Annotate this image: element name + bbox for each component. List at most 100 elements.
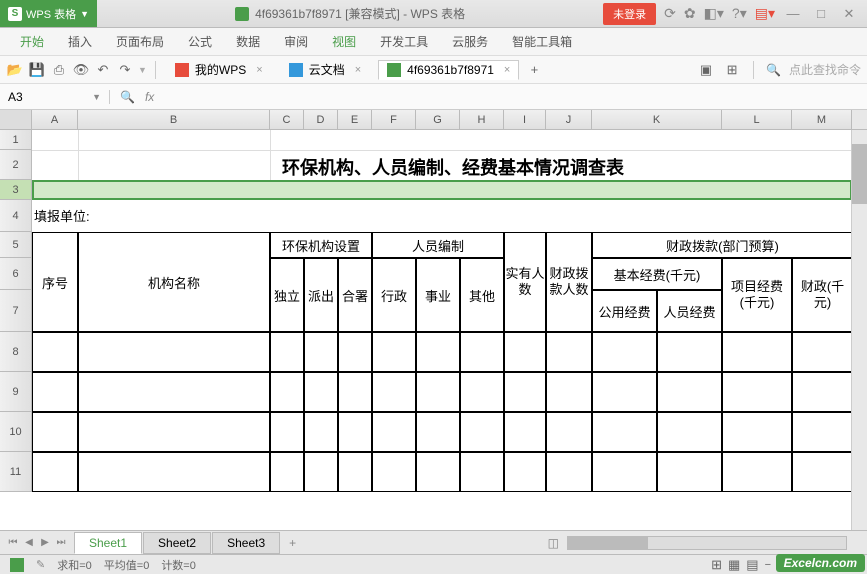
- data-cell[interactable]: [270, 372, 304, 412]
- data-cell[interactable]: [792, 452, 852, 492]
- row-header[interactable]: 5: [0, 232, 32, 258]
- data-cell[interactable]: [460, 332, 504, 372]
- col-header[interactable]: L: [722, 110, 792, 129]
- window-icon[interactable]: ▣: [697, 61, 715, 79]
- data-cell[interactable]: [270, 332, 304, 372]
- data-cell[interactable]: [504, 452, 546, 492]
- data-cell[interactable]: [338, 452, 372, 492]
- col-header[interactable]: I: [504, 110, 546, 129]
- data-cell[interactable]: [504, 332, 546, 372]
- first-sheet-icon[interactable]: ⏮: [6, 536, 20, 550]
- close-button[interactable]: ✕: [839, 6, 859, 22]
- col-header[interactable]: E: [338, 110, 372, 129]
- data-cell[interactable]: [546, 372, 592, 412]
- row-header[interactable]: 1: [0, 130, 32, 150]
- view-break-icon[interactable]: ▤: [746, 557, 758, 573]
- data-cell[interactable]: [657, 332, 722, 372]
- data-cell[interactable]: [304, 412, 338, 452]
- sync-icon[interactable]: ⟳: [664, 5, 676, 22]
- cell-ref-dropdown-icon[interactable]: ▼: [92, 92, 101, 102]
- data-cell[interactable]: [416, 452, 460, 492]
- data-cell[interactable]: [546, 332, 592, 372]
- horizontal-scrollbar[interactable]: [567, 536, 847, 550]
- help-icon[interactable]: ?▾: [732, 5, 747, 22]
- data-cell[interactable]: [78, 412, 270, 452]
- data-cell[interactable]: [338, 412, 372, 452]
- zoom-out-icon[interactable]: −: [765, 559, 771, 571]
- cell-reference-box[interactable]: A3 ▼: [0, 90, 110, 104]
- view-page-icon[interactable]: ▦: [728, 557, 740, 573]
- toolbar-dropdown-icon[interactable]: ▼: [138, 65, 147, 75]
- undo-icon[interactable]: ↶: [94, 61, 112, 79]
- prev-sheet-icon[interactable]: ◀: [22, 536, 36, 550]
- app-dropdown-icon[interactable]: ▼: [80, 9, 89, 19]
- tab-close-icon[interactable]: ×: [504, 64, 510, 76]
- next-sheet-icon[interactable]: ▶: [38, 536, 52, 550]
- overflow-icon[interactable]: ▤▾: [755, 5, 775, 22]
- scroll-thumb[interactable]: [852, 144, 867, 204]
- data-cell[interactable]: [792, 332, 852, 372]
- search-icon[interactable]: 🔍: [766, 63, 781, 77]
- data-cell[interactable]: [460, 452, 504, 492]
- data-cell[interactable]: [304, 372, 338, 412]
- data-cell[interactable]: [657, 452, 722, 492]
- data-cell[interactable]: [32, 452, 78, 492]
- search-function-icon[interactable]: 🔍: [120, 90, 135, 104]
- save-icon[interactable]: 💾: [28, 61, 46, 79]
- menu-insert[interactable]: 插入: [56, 29, 104, 54]
- data-cell[interactable]: [372, 412, 416, 452]
- data-cell[interactable]: [722, 452, 792, 492]
- col-header[interactable]: J: [546, 110, 592, 129]
- search-placeholder[interactable]: 点此查找命令: [789, 61, 861, 78]
- data-cell[interactable]: [792, 412, 852, 452]
- row-header[interactable]: 6: [0, 258, 32, 290]
- input-mode-icon[interactable]: ✎: [36, 558, 45, 571]
- tab-close-icon[interactable]: ×: [355, 64, 361, 76]
- add-sheet-button[interactable]: +: [281, 533, 304, 553]
- data-cell[interactable]: [304, 452, 338, 492]
- menu-devtools[interactable]: 开发工具: [368, 29, 440, 54]
- row-header[interactable]: 3: [0, 180, 32, 200]
- data-cell[interactable]: [504, 412, 546, 452]
- sheet-tab-2[interactable]: Sheet2: [143, 532, 211, 554]
- col-header[interactable]: F: [372, 110, 416, 129]
- doc-tab-wps[interactable]: 我的WPS ×: [166, 58, 272, 81]
- data-cell[interactable]: [792, 372, 852, 412]
- data-cell[interactable]: [546, 452, 592, 492]
- login-button[interactable]: 未登录: [603, 3, 656, 25]
- data-cell[interactable]: [304, 332, 338, 372]
- data-cell[interactable]: [546, 412, 592, 452]
- menu-cloud[interactable]: 云服务: [440, 29, 500, 54]
- select-all-corner[interactable]: [0, 110, 32, 129]
- data-cell[interactable]: [592, 332, 657, 372]
- col-header[interactable]: G: [416, 110, 460, 129]
- fx-icon[interactable]: fx: [145, 90, 154, 104]
- menu-smarttools[interactable]: 智能工具箱: [500, 29, 584, 54]
- data-cell[interactable]: [416, 372, 460, 412]
- menu-view[interactable]: 视图: [320, 29, 368, 54]
- data-cell[interactable]: [338, 332, 372, 372]
- sheet-tab-3[interactable]: Sheet3: [212, 532, 280, 554]
- data-cell[interactable]: [270, 412, 304, 452]
- split-icon[interactable]: ◫: [548, 536, 559, 550]
- grid[interactable]: 环保机构、人员编制、经费基本情况调查表 填报单位: 序号 机构名称 环保机构设置…: [32, 130, 867, 492]
- data-cell[interactable]: [32, 372, 78, 412]
- data-cell[interactable]: [722, 332, 792, 372]
- doc-tab-current[interactable]: 4f69361b7f8971 ×: [378, 60, 519, 80]
- data-cell[interactable]: [460, 372, 504, 412]
- settings-icon[interactable]: ✿: [684, 5, 696, 22]
- scroll-thumb[interactable]: [568, 537, 648, 549]
- col-header[interactable]: D: [304, 110, 338, 129]
- status-mode-icon[interactable]: [10, 558, 24, 572]
- data-cell[interactable]: [416, 412, 460, 452]
- data-cell[interactable]: [338, 372, 372, 412]
- data-cell[interactable]: [78, 452, 270, 492]
- print-icon[interactable]: ⎙: [50, 61, 68, 79]
- row-header[interactable]: 10: [0, 412, 32, 452]
- row-header[interactable]: 9: [0, 372, 32, 412]
- col-header[interactable]: A: [32, 110, 78, 129]
- col-header[interactable]: C: [270, 110, 304, 129]
- col-header[interactable]: H: [460, 110, 504, 129]
- menu-start[interactable]: 开始: [8, 29, 56, 54]
- grid-icon[interactable]: ⊞: [723, 61, 741, 79]
